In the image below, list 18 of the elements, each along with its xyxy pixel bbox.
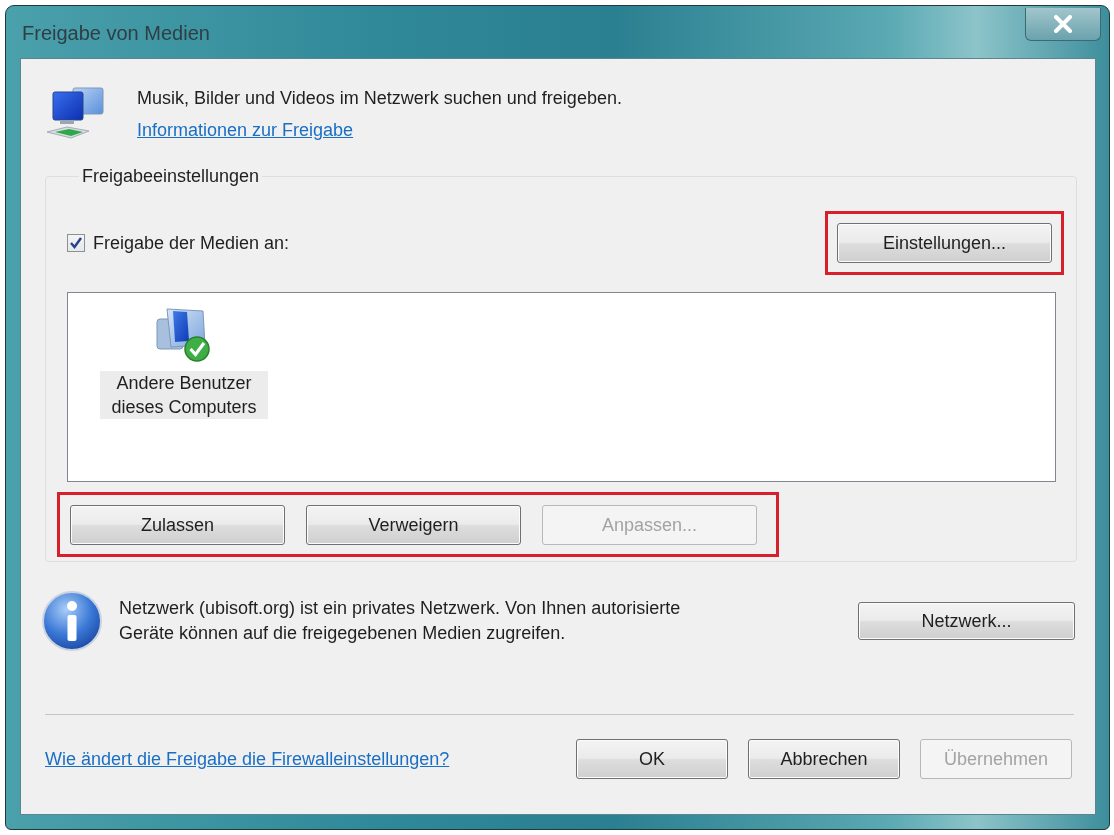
network-button[interactable]: Netzwerk... xyxy=(858,602,1075,640)
info-link[interactable]: Informationen zur Freigabe xyxy=(137,119,354,141)
dialog-button[interactable]: OK xyxy=(576,739,728,779)
close-button[interactable] xyxy=(1025,8,1101,41)
network-info-text: Netzwerk (ubisoft.org) ist ein privates Netzwerk. Von Ihnen autorisierte Geräte können auf die freigegebenen Medien zugreifen. xyxy=(119,597,682,645)
device-action-button[interactable]: Verweigern xyxy=(306,505,521,545)
firewall-link[interactable]: Wie ändert die Freigabe die Firewalleinstellungen? xyxy=(45,748,450,770)
dialog-button[interactable]: Abbrechen xyxy=(748,739,900,779)
checkbox[interactable] xyxy=(67,234,85,252)
intro-text: Musik, Bilder und Videos im Netzwerk suchen und freigeben. xyxy=(137,87,622,109)
group-title: Freigabeeinstellungen xyxy=(81,165,261,187)
device-action-button[interactable]: Zulassen xyxy=(70,505,285,545)
checkbox-label: Freigabe der Medien an: xyxy=(93,232,290,254)
window-title: Freigabe von Medien xyxy=(22,22,210,45)
close-icon xyxy=(1052,15,1074,33)
settings-button[interactable]: Einstellungen... xyxy=(837,223,1052,263)
device-item[interactable]: Andere Benutzer dieses Computers xyxy=(100,371,268,419)
info-icon xyxy=(41,590,103,652)
